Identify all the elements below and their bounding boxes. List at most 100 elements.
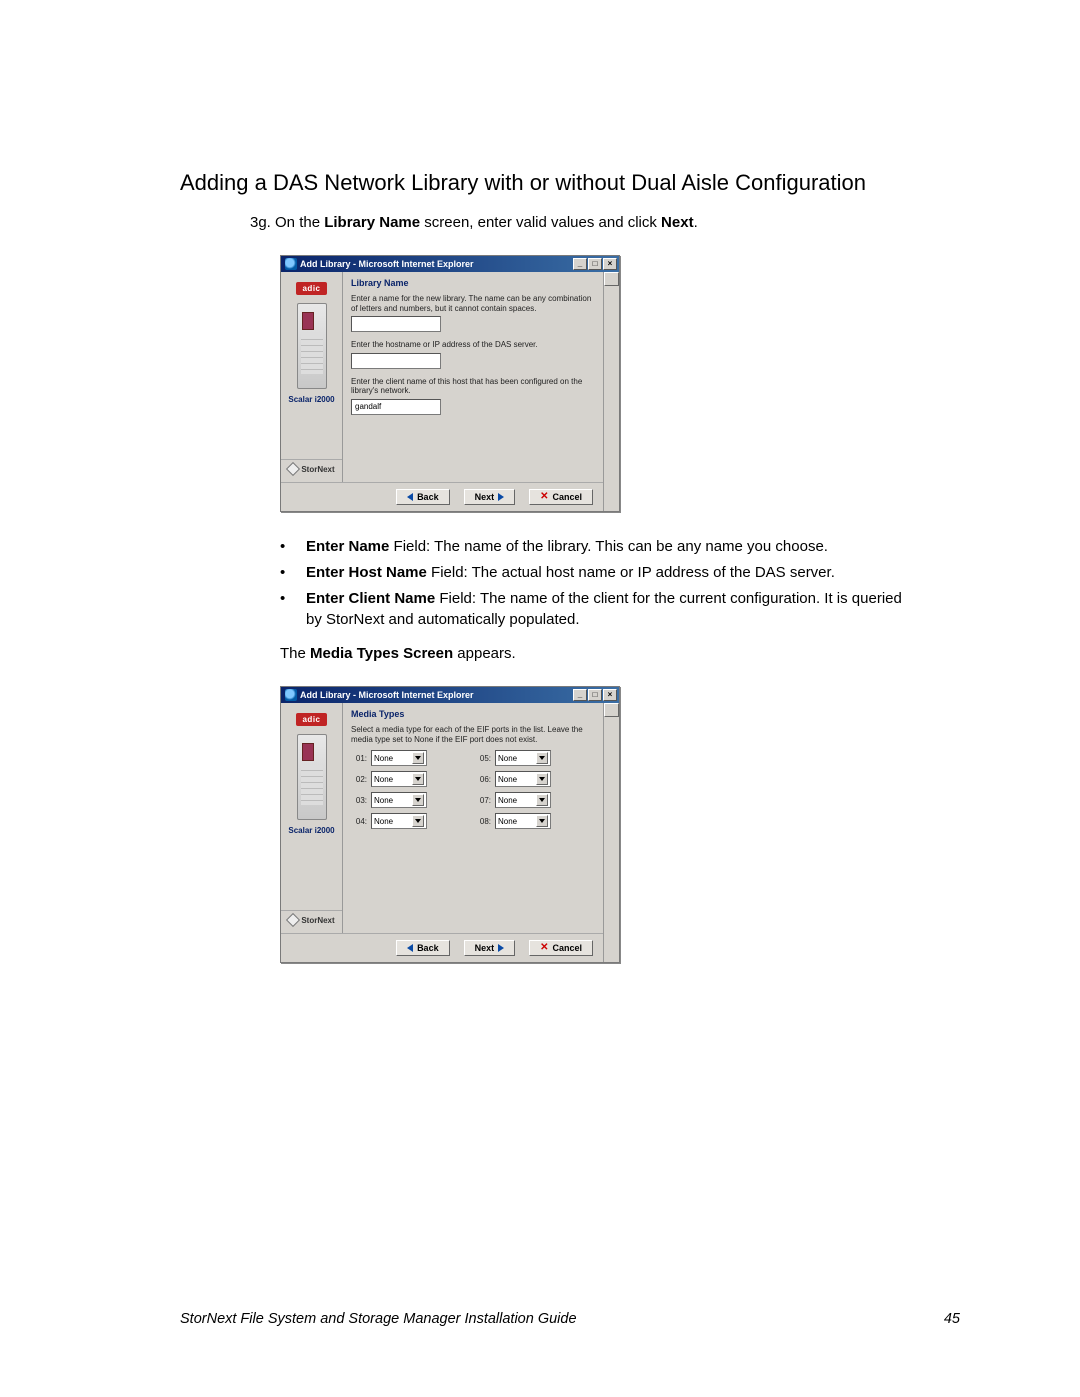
chevron-down-icon (412, 815, 424, 827)
next-button[interactable]: Next (464, 489, 516, 505)
bullet-icon: • (280, 588, 288, 632)
next-label: Next (475, 943, 495, 953)
port-label: 01: (351, 754, 367, 763)
media-select-06[interactable]: None (495, 771, 551, 787)
host-input[interactable] (351, 353, 441, 369)
scrollbar[interactable] (603, 272, 619, 511)
media-select-04[interactable]: None (371, 813, 427, 829)
bullet-bold: Enter Host Name (306, 564, 427, 581)
minimize-button[interactable]: _ (573, 258, 587, 270)
port-label: 05: (475, 754, 491, 763)
next-button[interactable]: Next (464, 940, 516, 956)
page-footer: StorNext File System and Storage Manager… (180, 1311, 960, 1327)
stornext-label: StorNext (301, 916, 334, 925)
library-name-desc: Enter a name for the new library. The na… (351, 294, 595, 313)
txt-bold: Media Types Screen (310, 645, 453, 662)
dialog-titlebar: Add Library - Microsoft Internet Explore… (281, 256, 619, 272)
page-number: 45 (944, 1311, 960, 1327)
port-label: 08: (475, 817, 491, 826)
media-types-grid: 01: None 05: None 02: None 06: None (351, 750, 595, 829)
media-select-07[interactable]: None (495, 792, 551, 808)
arrow-left-icon (407, 944, 413, 952)
select-value: None (374, 775, 393, 784)
stornext-icon (286, 462, 300, 476)
next-screen-text: The Media Types Screen appears. (280, 645, 960, 662)
footer-title: StorNext File System and Storage Manager… (180, 1311, 577, 1327)
list-item: • Enter Name Field: The name of the libr… (280, 536, 920, 558)
media-select-05[interactable]: None (495, 750, 551, 766)
arrow-left-icon (407, 493, 413, 501)
dialog-button-row: Back Next ✕ Cancel (281, 482, 603, 511)
dialog-section-title: Media Types (351, 709, 595, 719)
section-heading: Adding a DAS Network Library with or wit… (180, 170, 960, 196)
chevron-down-icon (412, 794, 424, 806)
stornext-label: StorNext (301, 465, 334, 474)
chevron-down-icon (536, 773, 548, 785)
cancel-button[interactable]: ✕ Cancel (529, 489, 593, 505)
x-icon: ✕ (540, 943, 548, 953)
maximize-button[interactable]: □ (588, 258, 602, 270)
maximize-button[interactable]: □ (588, 689, 602, 701)
dialog-section-title: Library Name (351, 278, 595, 288)
close-button[interactable]: × (603, 258, 617, 270)
step-bold1: Library Name (324, 214, 420, 231)
media-select-01[interactable]: None (371, 750, 427, 766)
back-label: Back (417, 492, 439, 502)
scrollbar[interactable] (603, 703, 619, 962)
step-mid: screen, enter valid values and click (420, 214, 661, 231)
step-bold2: Next (661, 214, 694, 231)
bullet-bold: Enter Client Name (306, 590, 435, 607)
step-pre: 3g. On the (250, 214, 324, 231)
media-select-02[interactable]: None (371, 771, 427, 787)
minimize-button[interactable]: _ (573, 689, 587, 701)
chevron-down-icon (536, 815, 548, 827)
x-icon: ✕ (540, 492, 548, 502)
scroll-thumb[interactable] (604, 272, 619, 286)
client-label: Enter the client name of this host that … (351, 377, 595, 396)
next-label: Next (475, 492, 495, 502)
select-value: None (498, 775, 517, 784)
scroll-thumb[interactable] (604, 703, 619, 717)
scalar-label: Scalar i2000 (288, 826, 334, 835)
list-item: • Enter Client Name Field: The name of t… (280, 588, 920, 632)
client-input[interactable] (351, 399, 441, 415)
bullet-icon: • (280, 562, 288, 584)
media-select-08[interactable]: None (495, 813, 551, 829)
list-item: • Enter Host Name Field: The actual host… (280, 562, 920, 584)
cancel-label: Cancel (552, 492, 582, 502)
step-suffix: . (694, 214, 698, 231)
field-descriptions: • Enter Name Field: The name of the libr… (280, 536, 920, 631)
select-value: None (498, 754, 517, 763)
bullet-text: Field: The name of the library. This can… (389, 538, 828, 555)
tape-library-illustration (297, 734, 327, 820)
select-value: None (374, 817, 393, 826)
arrow-right-icon (498, 493, 504, 501)
back-button[interactable]: Back (396, 940, 450, 956)
media-types-desc: Select a media type for each of the EIF … (351, 725, 595, 744)
bullet-text: Field: The actual host name or IP addres… (427, 564, 835, 581)
back-label: Back (417, 943, 439, 953)
dialog-titlebar: Add Library - Microsoft Internet Explore… (281, 687, 619, 703)
bullet-icon: • (280, 536, 288, 558)
dialog-sidebar: adic Scalar i2000 StorNext (281, 703, 343, 933)
dialog-sidebar: adic Scalar i2000 StorNext (281, 272, 343, 482)
port-label: 07: (475, 796, 491, 805)
adic-logo: adic (296, 713, 326, 726)
bullet-bold: Enter Name (306, 538, 389, 555)
arrow-right-icon (498, 944, 504, 952)
ie-icon (285, 689, 297, 701)
chevron-down-icon (536, 752, 548, 764)
media-select-03[interactable]: None (371, 792, 427, 808)
select-value: None (498, 796, 517, 805)
adic-logo: adic (296, 282, 326, 295)
back-button[interactable]: Back (396, 489, 450, 505)
dialog-title: Add Library - Microsoft Internet Explore… (300, 690, 474, 700)
library-name-input[interactable] (351, 316, 441, 332)
library-name-dialog: Add Library - Microsoft Internet Explore… (280, 255, 620, 512)
port-label: 04: (351, 817, 367, 826)
cancel-button[interactable]: ✕ Cancel (529, 940, 593, 956)
close-button[interactable]: × (603, 689, 617, 701)
chevron-down-icon (412, 773, 424, 785)
cancel-label: Cancel (552, 943, 582, 953)
media-types-dialog: Add Library - Microsoft Internet Explore… (280, 686, 620, 963)
